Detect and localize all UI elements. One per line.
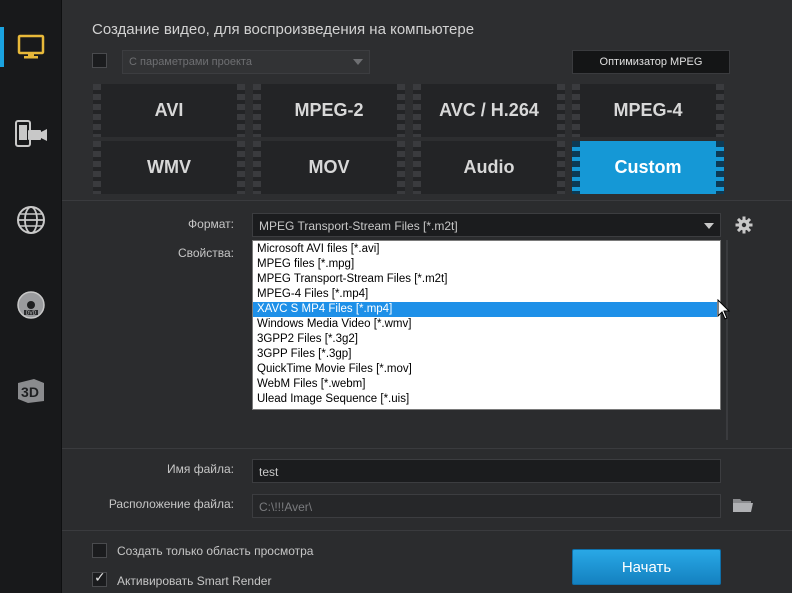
mpeg-optimizer-button[interactable]: Оптимизатор MPEG [572,50,730,74]
smart-render-label: Активировать Smart Render [117,574,272,588]
dvd-icon: DVD [17,291,45,319]
globe-icon [17,206,45,234]
format-select[interactable]: MPEG Transport-Stream Files [*.m2t] [252,213,721,237]
dropdown-option[interactable]: 3GPP2 Files [*.3g2] [253,332,720,347]
format-dropdown-list: Microsoft AVI files [*.avi] MPEG files [… [252,240,721,410]
divider [62,448,792,449]
profile-checkbox[interactable] [92,53,107,68]
svg-text:3D: 3D [21,384,39,400]
profile-select[interactable]: С параметрами проекта [122,50,370,74]
folder-icon[interactable] [732,496,754,514]
mouse-cursor-icon [717,299,731,320]
page-title: Создание видео, для воспроизведения на к… [92,21,475,38]
gear-icon[interactable] [735,216,753,234]
dropdown-option[interactable]: MPEG files [*.mpg] [253,257,720,272]
sidebar-item-3d[interactable]: 3D [0,360,62,420]
file-location-label: Расположение файла: [108,497,234,511]
chevron-down-icon [353,59,363,65]
dropdown-option[interactable]: Ulead Image Sequence [*.uis] [253,392,720,407]
svg-text:DVD: DVD [26,311,37,317]
monitor-icon [17,34,45,59]
dropdown-option[interactable]: WebM Files [*.webm] [253,377,720,392]
dropdown-option[interactable]: MPEG Transport-Stream Files [*.m2t] [253,272,720,287]
divider [62,200,792,201]
format-tile-audio[interactable]: Audio [413,141,565,194]
format-tile-wmv[interactable]: WMV [93,141,245,194]
main-panel: Создание видео, для воспроизведения на к… [62,0,792,593]
divider [62,530,792,531]
dropdown-option[interactable]: MPEG-4 Files [*.mp4] [253,287,720,302]
properties-scrollbar[interactable] [726,240,728,440]
smart-render-checkbox[interactable] [92,570,107,587]
dropdown-option-highlighted[interactable]: XAVC S MP4 Files [*.mp4] [253,302,717,317]
sidebar: DVD 3D [0,0,62,593]
file-location-input[interactable]: C:\!!!Aver\ [252,494,721,518]
format-select-value: MPEG Transport-Stream Files [*.m2t] [259,219,458,233]
sidebar-item-web[interactable] [0,190,62,250]
format-tile-custom[interactable]: Custom [572,141,724,194]
format-tile-mpeg2[interactable]: MPEG-2 [253,84,405,137]
sidebar-item-devices[interactable] [0,104,62,164]
format-tile-mpeg4[interactable]: MPEG-4 [572,84,724,137]
preview-only-label: Создать только область просмотра [117,544,314,558]
format-tile-mov[interactable]: MOV [253,141,405,194]
sidebar-item-disc[interactable]: DVD [0,275,62,335]
start-button[interactable]: Начать [572,549,721,585]
devices-icon [15,120,47,147]
dropdown-option[interactable]: Microsoft AVI files [*.avi] [253,242,720,257]
chevron-down-icon [704,223,714,229]
dropdown-option[interactable]: Windows Media Video [*.wmv] [253,317,720,332]
dropdown-option[interactable]: QuickTime Movie Files [*.mov] [253,362,720,377]
profile-select-value: С параметрами проекта [129,56,252,68]
format-label: Формат: [188,217,234,231]
3d-icon: 3D [18,379,44,403]
preview-only-checkbox[interactable] [92,543,107,558]
file-name-input[interactable]: test [252,459,721,483]
format-tile-avi[interactable]: AVI [93,84,245,137]
format-tile-avc[interactable]: AVC / H.264 [413,84,565,137]
sidebar-item-computer[interactable] [0,17,62,77]
file-name-label: Имя файла: [167,462,234,476]
properties-label: Свойства: [177,246,234,260]
dropdown-option[interactable]: 3GPP Files [*.3gp] [253,347,720,362]
